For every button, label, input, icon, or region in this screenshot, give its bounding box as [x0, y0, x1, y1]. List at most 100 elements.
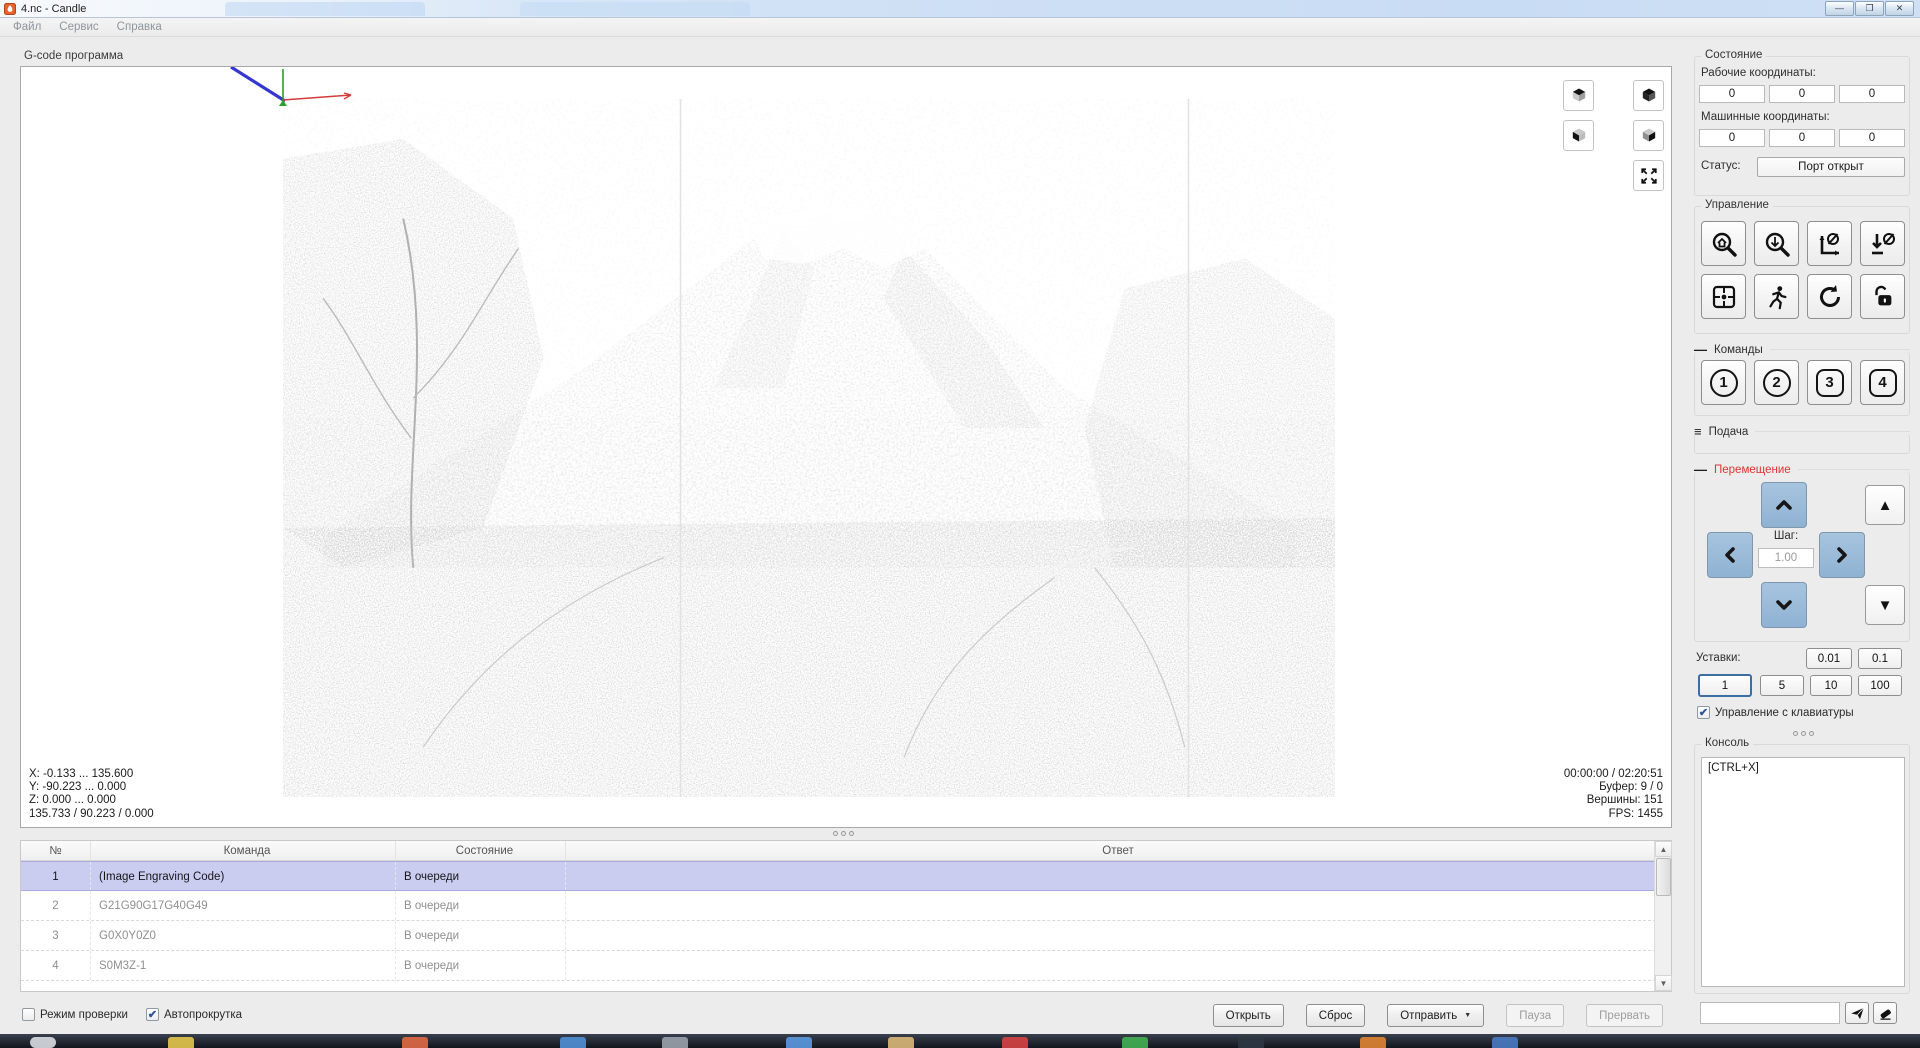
crosshair-icon — [1712, 285, 1735, 308]
console-log[interactable]: [CTRL+X] — [1701, 757, 1905, 987]
scrollbar-thumb[interactable] — [1656, 858, 1671, 896]
command-2-icon: 2 — [1762, 368, 1791, 397]
table-row[interactable]: 3 G0X0Y0Z0 В очереди — [21, 921, 1671, 951]
command-1-icon: 1 — [1709, 368, 1738, 397]
panel-splitter[interactable] — [1793, 731, 1814, 736]
taskbar-start-icon[interactable] — [30, 1037, 56, 1048]
col-header-state: Состояние — [396, 841, 566, 860]
preset-100-button[interactable]: 100 — [1858, 675, 1902, 696]
zero-z-button[interactable] — [1860, 221, 1905, 266]
menu-help[interactable]: Справка — [108, 19, 171, 35]
table-row[interactable]: 1 (Image Engraving Code) В очереди — [21, 861, 1671, 891]
zero-xy-button[interactable] — [1807, 221, 1852, 266]
search-down-icon — [1765, 232, 1790, 257]
console-command-input[interactable] — [1700, 1002, 1840, 1024]
pause-button[interactable]: Пауза — [1506, 1004, 1565, 1027]
cube-iso-icon — [1642, 87, 1655, 101]
chevron-down-icon — [1776, 600, 1792, 610]
taskbar-icon[interactable] — [1122, 1037, 1148, 1048]
taskbar-icon[interactable] — [786, 1037, 812, 1048]
chevron-left-icon — [1725, 547, 1735, 563]
taskbar-icon[interactable] — [402, 1037, 428, 1048]
jog-z-plus-button[interactable]: ▲ — [1865, 485, 1905, 525]
reset-button-panel[interactable] — [1807, 274, 1852, 319]
jog-y-plus-button[interactable] — [1761, 482, 1807, 528]
restore-origin-button[interactable] — [1701, 274, 1746, 319]
keyboard-control-checkbox[interactable]: ✔ Управление с клавиатуры — [1697, 706, 1854, 719]
console-send-button[interactable] — [1845, 1002, 1869, 1024]
preset-0.01-button[interactable]: 0.01 — [1806, 648, 1852, 669]
status-label: Статус: — [1701, 160, 1741, 172]
preset-5-button[interactable]: 5 — [1760, 675, 1804, 696]
console-clear-button[interactable] — [1873, 1002, 1897, 1024]
view-front-button[interactable] — [1563, 120, 1594, 151]
checkbox-checked[interactable]: ✔ — [1697, 706, 1710, 719]
view-top-button[interactable] — [1563, 80, 1594, 111]
taskbar-icon[interactable] — [168, 1037, 194, 1048]
cell-command: G21G90G17G40G49 — [91, 891, 396, 920]
menu-service[interactable]: Сервис — [50, 19, 107, 35]
checkbox-unchecked[interactable] — [22, 1008, 35, 1021]
paper-plane-icon — [1850, 1007, 1864, 1019]
preset-10-button[interactable]: 10 — [1810, 675, 1852, 696]
triangle-up-icon: ▲ — [1877, 496, 1893, 514]
reset-circular-arrow-icon — [1819, 284, 1840, 307]
taskbar-icon[interactable] — [888, 1037, 914, 1048]
keyboard-control-label: Управление с клавиатуры — [1715, 706, 1854, 719]
user-command-4-button[interactable]: 4 — [1860, 360, 1905, 405]
work-coords-label: Рабочие координаты: — [1701, 67, 1816, 79]
state-group-title: Состояние — [1701, 49, 1767, 61]
autoscroll-checkbox[interactable]: ✔ Автопрокрутка — [146, 1008, 242, 1021]
taskbar-icon[interactable] — [662, 1037, 688, 1048]
step-input[interactable]: 1.00 — [1758, 548, 1814, 568]
zoom-home-button[interactable] — [1701, 221, 1746, 266]
taskbar-icon[interactable] — [560, 1037, 586, 1048]
jog-y-minus-button[interactable] — [1761, 582, 1807, 628]
taskbar-icon[interactable] — [1238, 1037, 1264, 1048]
check-mode-checkbox[interactable]: Режим проверки — [22, 1008, 128, 1021]
search-home-icon — [1712, 232, 1737, 257]
preset-0.1-button[interactable]: 0.1 — [1858, 648, 1902, 669]
window-title: 4.nc - Candle — [21, 2, 87, 15]
taskbar-icon[interactable] — [1360, 1037, 1386, 1048]
checkbox-checked[interactable]: ✔ — [146, 1008, 159, 1021]
gcode-3d-viewport[interactable]: X: -0.133 ... 135.600 Y: -90.223 ... 0.0… — [20, 66, 1672, 828]
user-command-3-button[interactable]: 3 — [1807, 360, 1852, 405]
maximize-button[interactable]: ❐ — [1855, 1, 1884, 16]
jog-z-minus-button[interactable]: ▼ — [1865, 585, 1905, 625]
windows-taskbar[interactable] — [0, 1034, 1920, 1048]
view-isometric-button[interactable] — [1633, 80, 1664, 111]
user-command-1-button[interactable]: 1 — [1701, 360, 1746, 405]
minimize-button[interactable]: — — [1825, 1, 1854, 16]
table-scrollbar[interactable]: ▲ ▼ — [1654, 841, 1672, 991]
zoom-fit-button[interactable] — [1754, 221, 1799, 266]
jog-x-plus-button[interactable] — [1819, 532, 1865, 578]
close-button[interactable]: ✕ — [1885, 1, 1914, 16]
console-group-title: Консоль — [1701, 737, 1754, 749]
preset-1-button[interactable]: 1 — [1698, 674, 1752, 697]
scroll-down-icon[interactable]: ▼ — [1655, 975, 1672, 991]
expand-arrows-icon — [1640, 167, 1657, 184]
send-button[interactable]: Отправить ▼ — [1387, 1004, 1485, 1027]
pause-label: Пауза — [1519, 1009, 1552, 1022]
user-command-2-button[interactable]: 2 — [1754, 360, 1799, 405]
table-row[interactable]: 2 G21G90G17G40G49 В очереди — [21, 891, 1671, 921]
menu-file[interactable]: Файл — [4, 19, 50, 35]
abort-button[interactable]: Прервать — [1586, 1004, 1663, 1027]
horizontal-splitter[interactable] — [833, 831, 854, 836]
open-button[interactable]: Открыть — [1212, 1004, 1284, 1027]
taskbar-icon[interactable] — [1002, 1037, 1028, 1048]
jog-x-minus-button[interactable] — [1707, 532, 1753, 578]
view-side-button[interactable] — [1633, 120, 1664, 151]
cell-number: 4 — [21, 951, 91, 980]
send-dropdown-icon[interactable]: ▼ — [1464, 1012, 1471, 1019]
scroll-up-icon[interactable]: ▲ — [1655, 841, 1672, 857]
taskbar-icon[interactable] — [1492, 1037, 1518, 1048]
table-row[interactable]: 4 S0M3Z-1 В очереди — [21, 951, 1671, 981]
cell-command: S0M3Z-1 — [91, 951, 396, 980]
safe-position-button[interactable] — [1754, 274, 1799, 319]
cell-number: 2 — [21, 891, 91, 920]
fit-view-button[interactable] — [1633, 160, 1664, 191]
reset-button[interactable]: Сброс — [1305, 1004, 1366, 1027]
unlock-button[interactable] — [1860, 274, 1905, 319]
